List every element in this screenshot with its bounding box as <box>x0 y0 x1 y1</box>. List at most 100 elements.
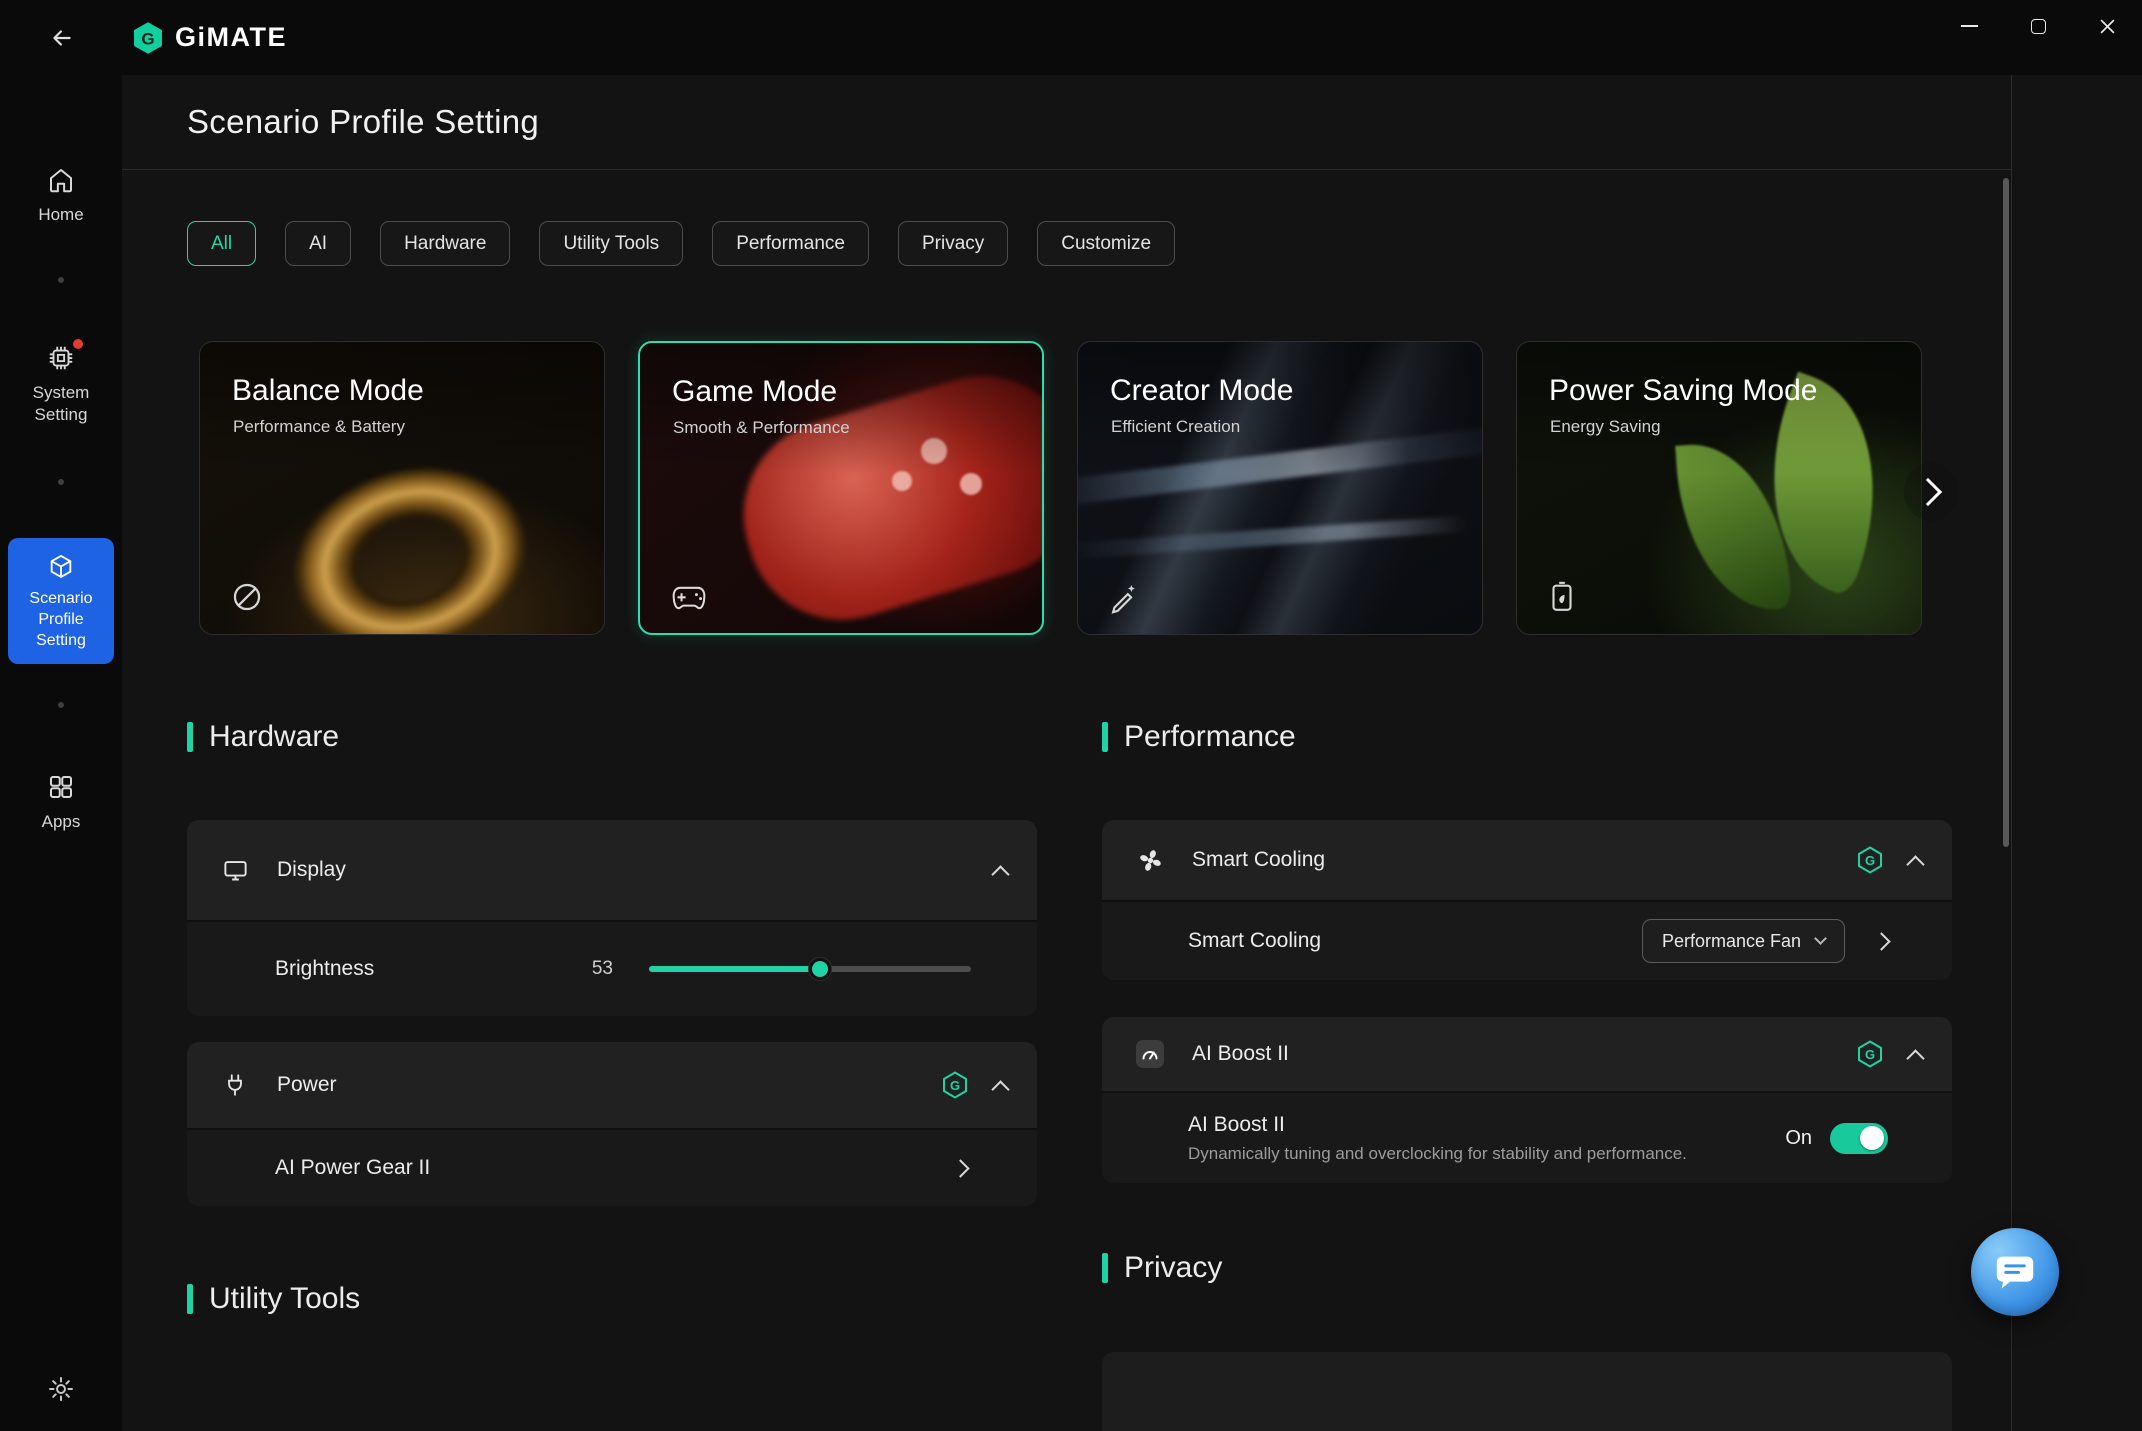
chevron-right-icon <box>1872 932 1890 950</box>
mode-card-game[interactable]: Game Mode Smooth & Performance <box>638 341 1044 635</box>
mode-subtitle: Efficient Creation <box>1111 417 1240 437</box>
sidebar-separator-dot <box>58 702 64 708</box>
chevron-up-icon <box>1906 1049 1924 1067</box>
balance-mode-icon <box>230 580 264 614</box>
power-plug-icon <box>222 1072 248 1098</box>
sidebar: Home System Setting Scenario Profile Set… <box>0 75 122 1431</box>
sidebar-item-home[interactable]: Home <box>0 165 122 226</box>
display-panel-title: Display <box>277 858 346 882</box>
sidebar-item-system-setting[interactable]: System Setting <box>0 343 122 426</box>
ai-boost-toggle[interactable] <box>1830 1123 1888 1154</box>
sidebar-item-label: Scenario Profile Setting <box>14 589 108 651</box>
settings-button[interactable] <box>47 1375 75 1408</box>
carousel-next-button[interactable] <box>1904 463 1958 521</box>
gimate-logo-icon: G <box>132 21 164 55</box>
section-heading-hardware: Hardware <box>187 719 339 755</box>
svg-text:G: G <box>1865 1047 1875 1062</box>
scenario-mode-carousel: Balance Mode Performance & Battery Game … <box>199 341 1922 635</box>
filter-chip-performance[interactable]: Performance <box>712 221 869 266</box>
svg-text:G: G <box>950 1078 960 1093</box>
mode-title: Creator Mode <box>1110 374 1293 408</box>
fan-mode-value: Performance Fan <box>1662 931 1801 952</box>
ai-power-gear-label: AI Power Gear II <box>275 1156 430 1180</box>
brightness-label: Brightness <box>275 957 374 981</box>
brightness-slider[interactable] <box>649 957 971 981</box>
section-heading-utility-tools: Utility Tools <box>187 1281 360 1317</box>
apps-grid-icon <box>46 772 76 802</box>
back-button[interactable] <box>42 18 82 58</box>
power-panel-header[interactable]: Power G <box>187 1042 1037 1128</box>
fan-mode-dropdown[interactable]: Performance Fan <box>1642 919 1845 963</box>
display-panel: Display Brightness 53 <box>187 820 1037 1016</box>
chevron-right-icon <box>951 1159 969 1177</box>
minimize-button[interactable] <box>1935 0 2004 52</box>
ai-boost-panel: AI Boost II G AI Boost II Dynamically tu… <box>1102 1017 1952 1183</box>
cpu-chip-icon <box>46 343 76 373</box>
smart-cooling-panel-title: Smart Cooling <box>1192 848 1325 872</box>
filter-chip-hardware[interactable]: Hardware <box>380 221 510 266</box>
sidebar-item-label: System Setting <box>14 382 108 426</box>
maximize-button[interactable] <box>2004 0 2073 52</box>
section-title: Privacy <box>1124 1251 1222 1285</box>
power-panel-title: Power <box>277 1073 337 1097</box>
app-logo: G GiMATE <box>132 0 287 75</box>
ai-boost-icon <box>1135 1039 1165 1069</box>
section-title: Hardware <box>209 720 339 754</box>
filter-chip-all[interactable]: All <box>187 221 256 266</box>
ai-boost-row-description: Dynamically tuning and overclocking for … <box>1188 1144 1687 1164</box>
smart-cooling-row[interactable]: Smart Cooling Performance Fan <box>1102 900 1952 980</box>
gimate-feature-badge: G <box>942 1071 968 1099</box>
close-button[interactable] <box>2073 0 2142 52</box>
section-title: Performance <box>1124 720 1296 754</box>
app-window: G GiMATE Home System Setting <box>0 0 2142 1431</box>
power-icon-wrap <box>219 1072 251 1098</box>
sidebar-item-label: Home <box>38 204 83 226</box>
arrow-left-icon <box>49 25 75 51</box>
sidebar-item-label: Apps <box>42 811 81 833</box>
ai-boost-row-label: AI Boost II <box>1188 1113 1687 1137</box>
chat-support-button[interactable] <box>1971 1228 2059 1316</box>
section-title: Utility Tools <box>209 1282 360 1316</box>
chevron-up-icon <box>991 865 1009 883</box>
chevron-up-icon <box>991 1080 1009 1098</box>
chevron-right-icon <box>1914 478 1942 506</box>
display-icon-wrap <box>219 857 251 884</box>
section-heading-performance: Performance <box>1102 719 1296 755</box>
display-icon <box>222 857 249 884</box>
window-controls <box>1935 0 2142 52</box>
mode-subtitle: Smooth & Performance <box>673 418 850 438</box>
vertical-scrollbar-thumb[interactable] <box>2003 178 2009 847</box>
filter-chip-ai[interactable]: AI <box>285 221 351 266</box>
smart-cooling-panel-header[interactable]: Smart Cooling G <box>1102 820 1952 900</box>
fan-icon <box>1137 847 1164 874</box>
sidebar-item-scenario-profile-setting[interactable]: Scenario Profile Setting <box>8 538 114 664</box>
titlebar: G GiMATE <box>0 0 2142 75</box>
mode-card-power-saving[interactable]: Power Saving Mode Energy Saving <box>1516 341 1922 635</box>
section-accent-bar <box>1102 1253 1108 1283</box>
ai-boost-panel-header[interactable]: AI Boost II G <box>1102 1017 1952 1091</box>
toggle-state-label: On <box>1785 1127 1812 1150</box>
mode-card-creator[interactable]: Creator Mode Efficient Creation <box>1077 341 1483 635</box>
filter-chip-customize[interactable]: Customize <box>1037 221 1175 266</box>
power-saving-mode-icon <box>1547 580 1577 614</box>
ai-boost-panel-title: AI Boost II <box>1192 1042 1289 1066</box>
filter-chip-utility-tools[interactable]: Utility Tools <box>539 221 683 266</box>
g-hexagon-icon: G <box>1857 1040 1883 1068</box>
mode-title: Balance Mode <box>232 374 424 408</box>
game-mode-icon <box>670 583 708 613</box>
gear-icon <box>47 1375 75 1403</box>
filter-chips: All AI Hardware Utility Tools Performanc… <box>187 221 1175 266</box>
brightness-slider-thumb[interactable] <box>809 958 831 980</box>
ai-power-gear-row[interactable]: AI Power Gear II <box>187 1128 1037 1206</box>
gimate-feature-badge: G <box>1857 846 1883 874</box>
display-panel-header[interactable]: Display <box>187 820 1037 920</box>
section-accent-bar <box>1102 722 1108 752</box>
privacy-panel-partial <box>1102 1352 1952 1431</box>
boost-icon-wrap <box>1134 1039 1166 1069</box>
filter-chip-privacy[interactable]: Privacy <box>898 221 1008 266</box>
app-name: GiMATE <box>175 22 287 53</box>
chat-bubble-icon <box>1992 1249 2038 1295</box>
sidebar-item-apps[interactable]: Apps <box>0 772 122 833</box>
mode-card-balance[interactable]: Balance Mode Performance & Battery <box>199 341 605 635</box>
smart-cooling-panel: Smart Cooling G Smart Cooling Performanc… <box>1102 820 1952 980</box>
